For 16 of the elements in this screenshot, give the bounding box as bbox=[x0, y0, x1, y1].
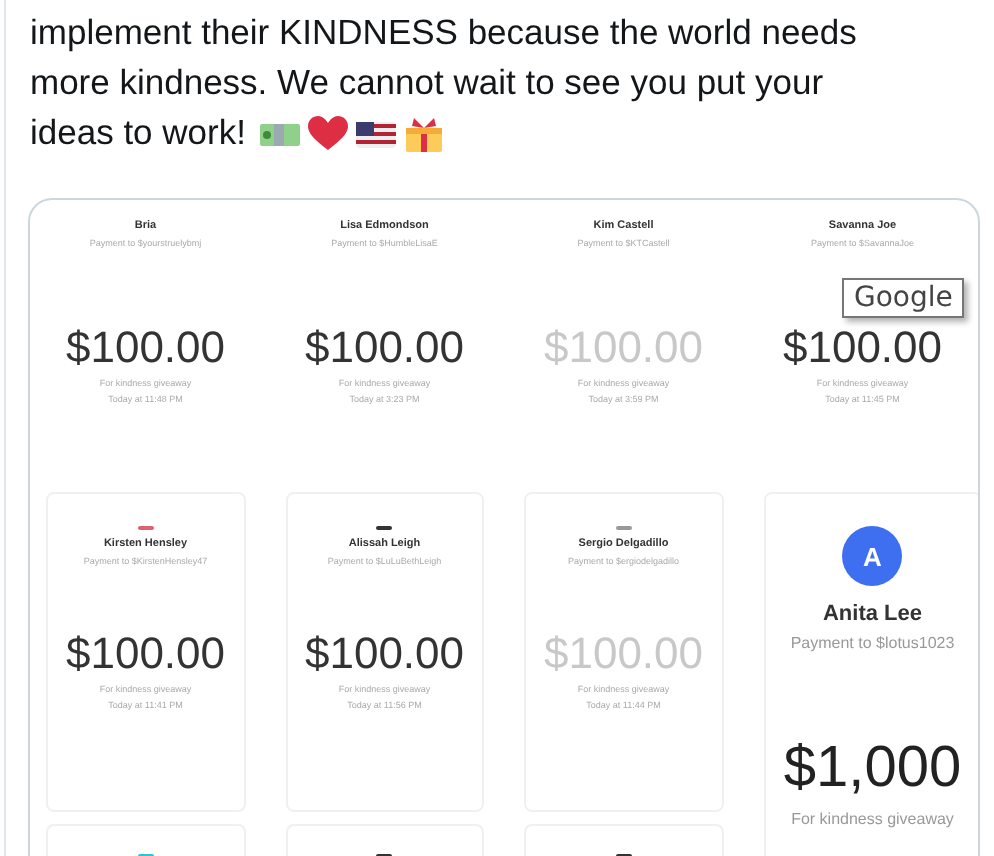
tweet-text: more kindness. We cannot wait to see you put your bbox=[30, 60, 826, 106]
payment-amount: $100.00 bbox=[65, 632, 226, 676]
payment-amount: $100.00 bbox=[304, 326, 465, 370]
avatar: A bbox=[842, 526, 903, 586]
payment-amount: $100.00 bbox=[65, 326, 226, 370]
payment-amount: $100.00 bbox=[304, 632, 465, 676]
heart-icon bbox=[305, 113, 350, 153]
gift-icon bbox=[401, 113, 446, 153]
tooltip: Google bbox=[842, 278, 965, 318]
payment-amount: $1,000 bbox=[783, 736, 962, 802]
payment-amount: $100.00 bbox=[782, 326, 943, 370]
recipient-name: Anita Lee bbox=[822, 602, 922, 626]
tweet-text: ideas to work! bbox=[30, 110, 246, 156]
payment-handle: Payment to $lotus1023 bbox=[790, 634, 955, 652]
payment-memo: For kindness giveaway bbox=[791, 810, 954, 828]
tweet-text: implement their KINDNESS because the world needs bbox=[30, 10, 859, 56]
